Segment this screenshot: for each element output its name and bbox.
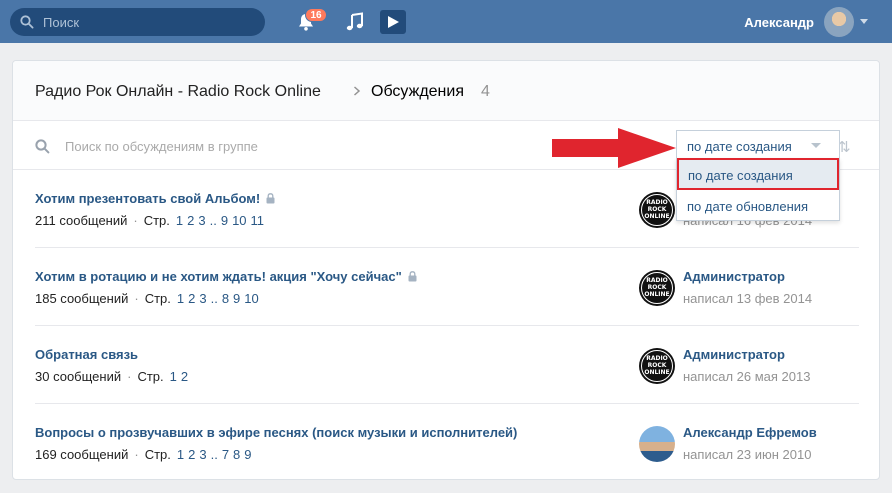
user-name[interactable]: Александр [744,15,814,30]
chevron-down-icon[interactable] [860,19,868,24]
avatar-logo-text: RADIO ROCK ONLINE [644,199,670,220]
page-link[interactable]: 10 [232,213,246,228]
page-link[interactable]: 1 [170,369,177,384]
top-bar: Поиск 16 Александр [0,0,892,43]
message-count: 30 сообщений [35,369,122,384]
message-count: 211 сообщений [35,213,128,228]
notifications-badge: 16 [305,8,327,22]
page-link[interactable]: 1 [176,213,183,228]
breadcrumb-group-link[interactable]: Радио Рок Онлайн - Radio Rock Online [35,83,321,101]
page-link[interactable]: 2 [181,369,188,384]
page-link[interactable]: 2 [188,291,195,306]
page-link[interactable]: 3 [199,291,206,306]
page-link[interactable]: 9 [221,213,228,228]
page-link[interactable]: 2 [187,213,194,228]
play-icon [388,16,399,28]
message-count: 169 сообщений [35,447,129,462]
topics-count: 4 [481,83,490,100]
topic-title[interactable]: Вопросы о прозвучавших в эфире песнях (п… [35,425,517,440]
avatar-logo-text: RADIO ROCK ONLINE [644,355,670,376]
search-icon [35,139,50,154]
sort-option-created[interactable]: по дате создания [677,158,839,190]
page-link[interactable]: 2 [188,447,195,462]
discussions-panel: Радио Рок Онлайн - Radio Rock Online Обс… [12,60,880,480]
lock-icon [408,271,417,282]
topic-title[interactable]: Хотим в ротацию и не хотим ждать! акция … [35,269,417,284]
search-input[interactable]: Поиск [43,15,79,30]
topic-row[interactable]: Обратная связь 30 сообщений · Стр. 1 2 RADIO… [35,327,859,404]
author-avatar[interactable]: RADIO ROCK ONLINE [639,192,675,228]
page-link[interactable]: 8 [222,291,229,306]
page-ellipsis: .. [210,447,218,462]
page-link[interactable]: 11 [251,213,265,228]
avatar-logo-text: RADIO ROCK ONLINE [644,277,670,298]
page-link[interactable]: 1 [177,291,184,306]
topic-date: написал 26 мая 2013 [683,369,811,384]
chevron-right-icon [354,86,361,96]
user-avatar[interactable] [824,7,854,37]
topic-meta: 30 сообщений · Стр. 1 2 [35,369,189,384]
chevron-down-icon [811,143,821,148]
page-link[interactable]: 3 [199,447,206,462]
author-avatar[interactable]: RADIO ROCK ONLINE [639,270,675,306]
topic-date: написал 23 июн 2010 [683,447,812,462]
page-link[interactable]: 9 [244,447,251,462]
page-link[interactable]: 7 [222,447,229,462]
page-link[interactable]: 8 [233,447,240,462]
author-avatar[interactable]: RADIO ROCK ONLINE [639,348,675,384]
page-ellipsis: .. [209,213,217,228]
topic-row[interactable]: Вопросы о прозвучавших в эфире песнях (п… [35,405,859,482]
breadcrumb: Радио Рок Онлайн - Radio Rock Online Обс… [13,61,879,121]
sort-options-list: по дате создания по дате обновления [676,158,840,221]
topic-date: написал 13 фев 2014 [683,291,813,306]
topic-author[interactable]: Администратор [683,269,785,284]
lock-icon [266,193,275,204]
topic-author[interactable]: Администратор [683,347,785,362]
page-ellipsis: .. [210,291,218,306]
topic-author[interactable]: Александр Ефремов [683,425,817,440]
message-count: 185 сообщений [35,291,129,306]
topic-meta: 185 сообщений · Стр. 1 2 3.. 8 9 10 [35,291,259,306]
page-link[interactable]: 10 [244,291,258,306]
page-title: Обсуждения [371,83,464,100]
author-avatar[interactable] [639,426,675,462]
topic-row[interactable]: Хотим в ротацию и не хотим ждать! акция … [35,249,859,326]
music-icon[interactable] [345,12,365,32]
search-icon [20,15,34,29]
topic-title[interactable]: Обратная связь [35,347,138,362]
topic-meta: 211 сообщений · Стр. 1 2 3.. 9 10 11 [35,213,265,228]
sort-option-updated[interactable]: по дате обновления [677,190,839,220]
topic-meta: 169 сообщений · Стр. 1 2 3.. 7 8 9 [35,447,252,462]
page-link[interactable]: 1 [177,447,184,462]
red-arrow-annotation [552,128,676,168]
topic-search-input[interactable]: Поиск по обсуждениям в группе [65,139,258,154]
topic-title[interactable]: Хотим презентовать свой Альбом! [35,191,275,206]
global-search[interactable]: Поиск [10,8,265,36]
page-link[interactable]: 9 [233,291,240,306]
sort-dropdown[interactable]: по дате создания [676,130,840,159]
page-link[interactable]: 3 [198,213,205,228]
video-button[interactable] [380,10,406,34]
